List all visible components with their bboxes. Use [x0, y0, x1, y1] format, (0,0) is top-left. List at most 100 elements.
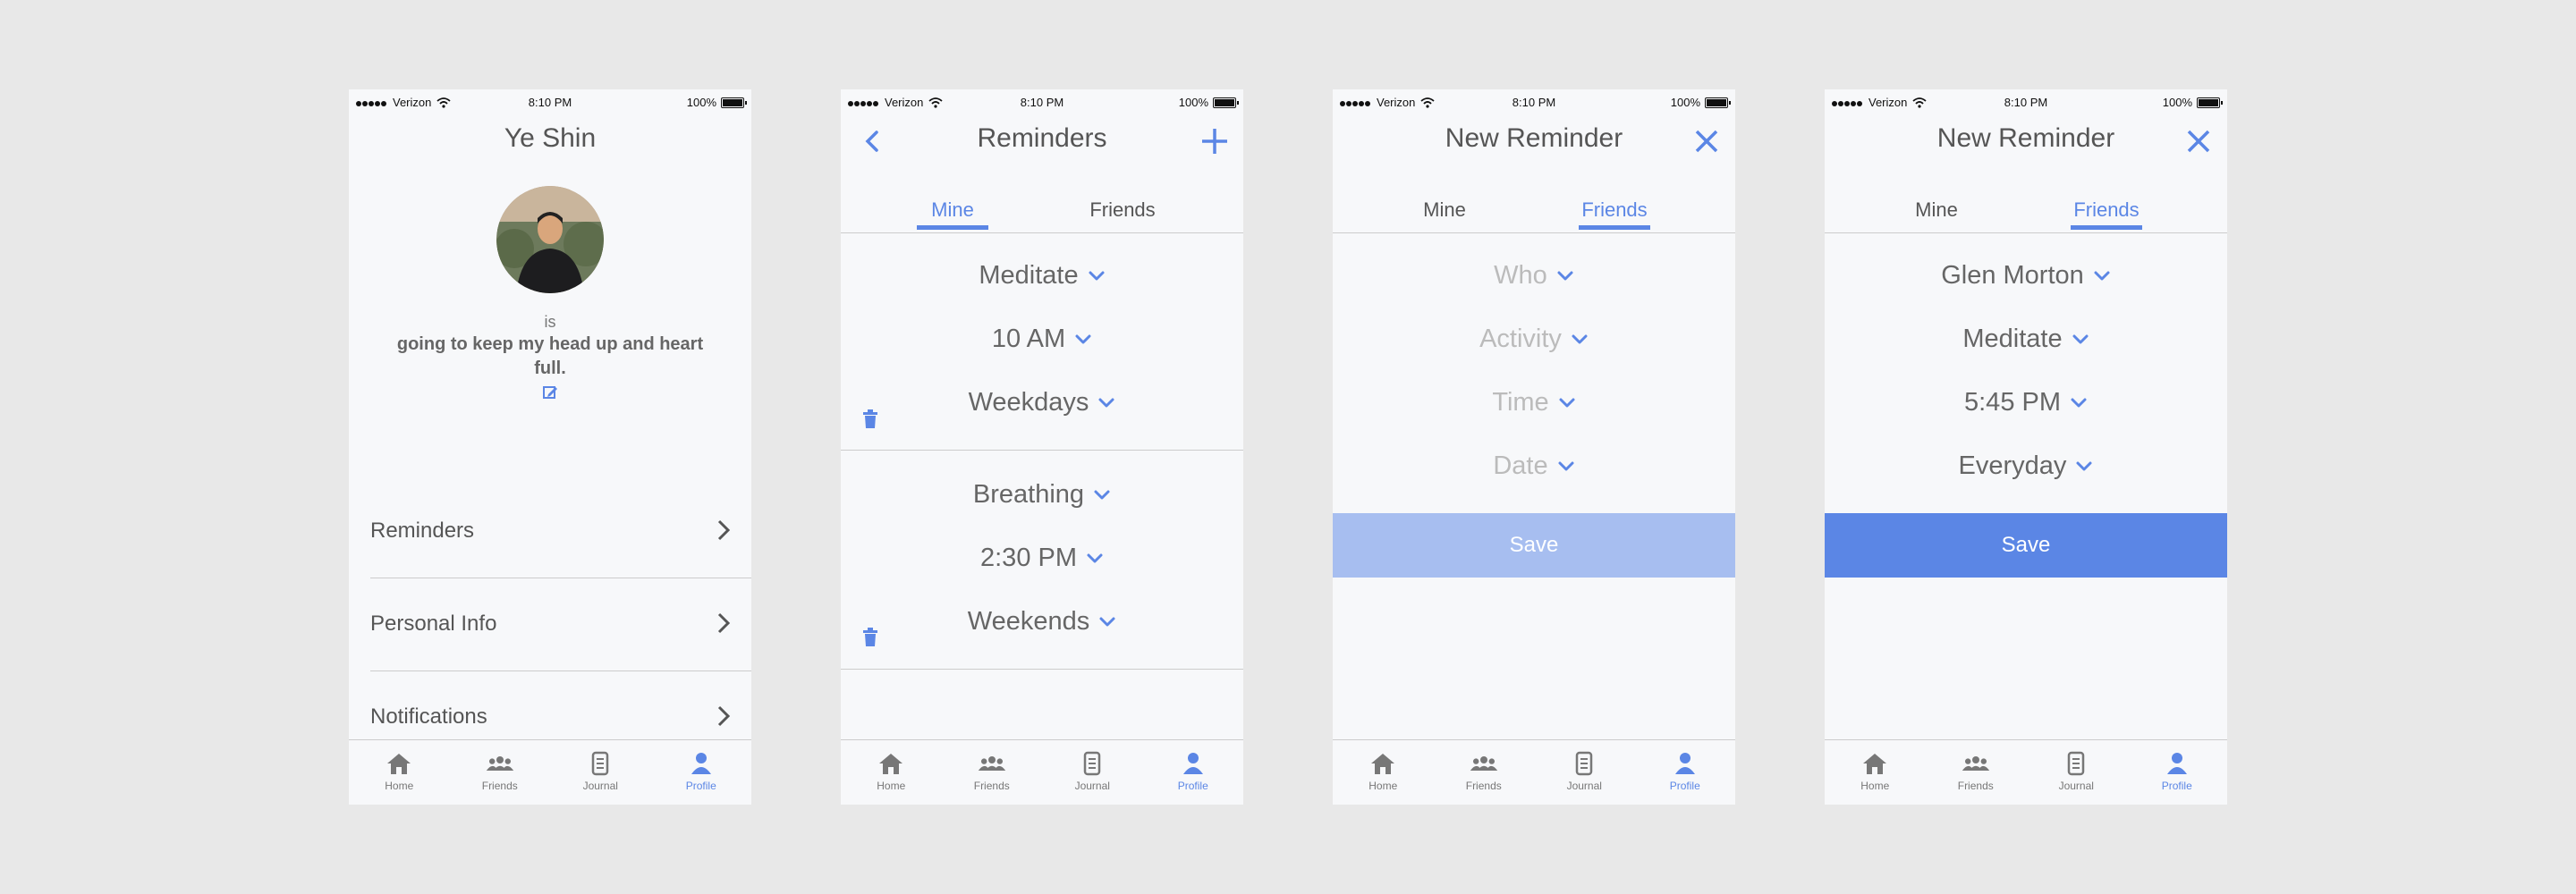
- nav-journal[interactable]: Journal: [1042, 740, 1143, 805]
- profile-icon: [1671, 751, 1699, 776]
- date-dropdown[interactable]: Date: [1333, 451, 1735, 481]
- nav-profile[interactable]: Profile: [2127, 740, 2228, 805]
- chevron-down-icon: [1093, 489, 1111, 502]
- activity-dropdown[interactable]: Meditate: [841, 261, 1243, 291]
- home-icon: [385, 751, 413, 776]
- chevron-down-icon: [2093, 270, 2111, 283]
- nav-journal[interactable]: Journal: [1534, 740, 1635, 805]
- nav-label: Journal: [1074, 780, 1110, 792]
- friends-icon: [978, 751, 1006, 776]
- nav-friends[interactable]: Friends: [1926, 740, 2027, 805]
- page-title: Reminders: [977, 123, 1107, 153]
- battery-percent: 100%: [686, 96, 716, 109]
- time-dropdown[interactable]: 2:30 PM: [841, 544, 1243, 573]
- nav-profile[interactable]: Profile: [1143, 740, 1244, 805]
- nav-friends[interactable]: Friends: [942, 740, 1043, 805]
- chevron-down-icon: [2070, 397, 2088, 409]
- dropdown-value: Meditate: [979, 261, 1079, 290]
- status-message: going to keep my head up and heart full.: [396, 334, 704, 378]
- nav-home[interactable]: Home: [349, 740, 450, 805]
- tab-mine[interactable]: Mine: [1395, 198, 1494, 222]
- chevron-down-icon: [1556, 270, 1574, 283]
- time-dropdown[interactable]: 5:45 PM: [1825, 388, 2227, 417]
- trash-icon[interactable]: [862, 409, 878, 429]
- chevron-down-icon: [1086, 552, 1104, 565]
- dropdown-value: Weekends: [967, 607, 1090, 636]
- trash-icon[interactable]: [862, 628, 878, 647]
- nav-profile[interactable]: Profile: [1635, 740, 1736, 805]
- page-title: Ye Shin: [504, 123, 597, 153]
- activity-dropdown[interactable]: Meditate: [1825, 325, 2227, 354]
- nav-label: Friends: [973, 780, 1010, 792]
- bottom-nav: Home Friends Journal Profile: [1825, 739, 2227, 805]
- page-title: New Reminder: [1445, 123, 1623, 153]
- chevron-right-icon: [717, 705, 731, 727]
- date-dropdown[interactable]: Everyday: [1825, 451, 2227, 481]
- nav-profile[interactable]: Profile: [651, 740, 752, 805]
- who-dropdown[interactable]: Who: [1333, 261, 1735, 291]
- profile-screen: Verizon 8:10 PM 100% Ye Shin is going to…: [349, 89, 751, 805]
- tab-friends[interactable]: Friends: [1073, 198, 1172, 222]
- tab-bar: Mine Friends: [1333, 198, 1735, 233]
- home-icon: [1368, 751, 1397, 776]
- reminders-screen: Verizon 8:10 PM 100% Reminders Mine Frie…: [841, 89, 1243, 805]
- nav-label: Journal: [1566, 780, 1602, 792]
- nav-home[interactable]: Home: [1825, 740, 1926, 805]
- home-icon: [1860, 751, 1889, 776]
- dropdown-value: Glen Morton: [1941, 261, 2084, 290]
- friends-icon: [1962, 751, 1990, 776]
- home-icon: [877, 751, 905, 776]
- nav-label: Friends: [1465, 780, 1502, 792]
- avatar[interactable]: [496, 186, 604, 293]
- nav-label: Profile: [1669, 780, 1700, 792]
- profile-icon: [687, 751, 716, 776]
- nav-home[interactable]: Home: [1333, 740, 1434, 805]
- edit-icon[interactable]: [542, 384, 558, 401]
- dropdown-value: Breathing: [972, 480, 1085, 509]
- time-dropdown[interactable]: 10 AM: [841, 325, 1243, 354]
- battery-percent: 100%: [1178, 96, 1208, 109]
- nav-friends[interactable]: Friends: [450, 740, 551, 805]
- nav-friends[interactable]: Friends: [1434, 740, 1535, 805]
- friends-icon: [1470, 751, 1498, 776]
- nav-label: Journal: [582, 780, 618, 792]
- friends-icon: [486, 751, 514, 776]
- chevron-down-icon: [1571, 333, 1589, 346]
- menu-item-label: Personal Info: [370, 611, 497, 636]
- nav-label: Profile: [685, 780, 716, 792]
- status-bar: Verizon 8:10 PM 100%: [841, 89, 1243, 114]
- nav-label: Home: [1860, 780, 1890, 792]
- nav-home[interactable]: Home: [841, 740, 942, 805]
- tab-mine[interactable]: Mine: [1887, 198, 1986, 222]
- menu-item-personal-info[interactable]: Personal Info: [370, 578, 751, 671]
- days-dropdown[interactable]: Weekdays: [841, 388, 1243, 417]
- tab-bar: Mine Friends: [1825, 198, 2227, 233]
- activity-dropdown[interactable]: Activity: [1333, 325, 1735, 354]
- menu-item-reminders[interactable]: Reminders: [370, 485, 751, 578]
- save-button[interactable]: Save: [1825, 513, 2227, 578]
- add-icon[interactable]: [1199, 125, 1231, 157]
- nav-journal[interactable]: Journal: [2026, 740, 2127, 805]
- battery-percent: 100%: [2162, 96, 2192, 109]
- tab-friends[interactable]: Friends: [2057, 198, 2156, 222]
- dropdown-placeholder: Who: [1494, 261, 1547, 290]
- chevron-down-icon: [1097, 397, 1115, 409]
- tab-friends[interactable]: Friends: [1565, 198, 1664, 222]
- tab-mine[interactable]: Mine: [903, 198, 1002, 222]
- save-button[interactable]: Save: [1333, 513, 1735, 578]
- chevron-down-icon: [1558, 397, 1576, 409]
- time-dropdown[interactable]: Time: [1333, 388, 1735, 417]
- back-icon[interactable]: [857, 125, 889, 157]
- nav-label: Home: [877, 780, 906, 792]
- nav-journal[interactable]: Journal: [550, 740, 651, 805]
- close-icon[interactable]: [1690, 125, 1723, 157]
- activity-dropdown[interactable]: Breathing: [841, 480, 1243, 510]
- dropdown-value: 10 AM: [991, 325, 1066, 353]
- status-bar: Verizon 8:10 PM 100%: [1825, 89, 2227, 114]
- battery-percent: 100%: [1670, 96, 1700, 109]
- days-dropdown[interactable]: Weekends: [841, 607, 1243, 637]
- journal-icon: [1078, 751, 1106, 776]
- close-icon[interactable]: [2182, 125, 2215, 157]
- battery-icon: [1705, 97, 1731, 108]
- who-dropdown[interactable]: Glen Morton: [1825, 261, 2227, 291]
